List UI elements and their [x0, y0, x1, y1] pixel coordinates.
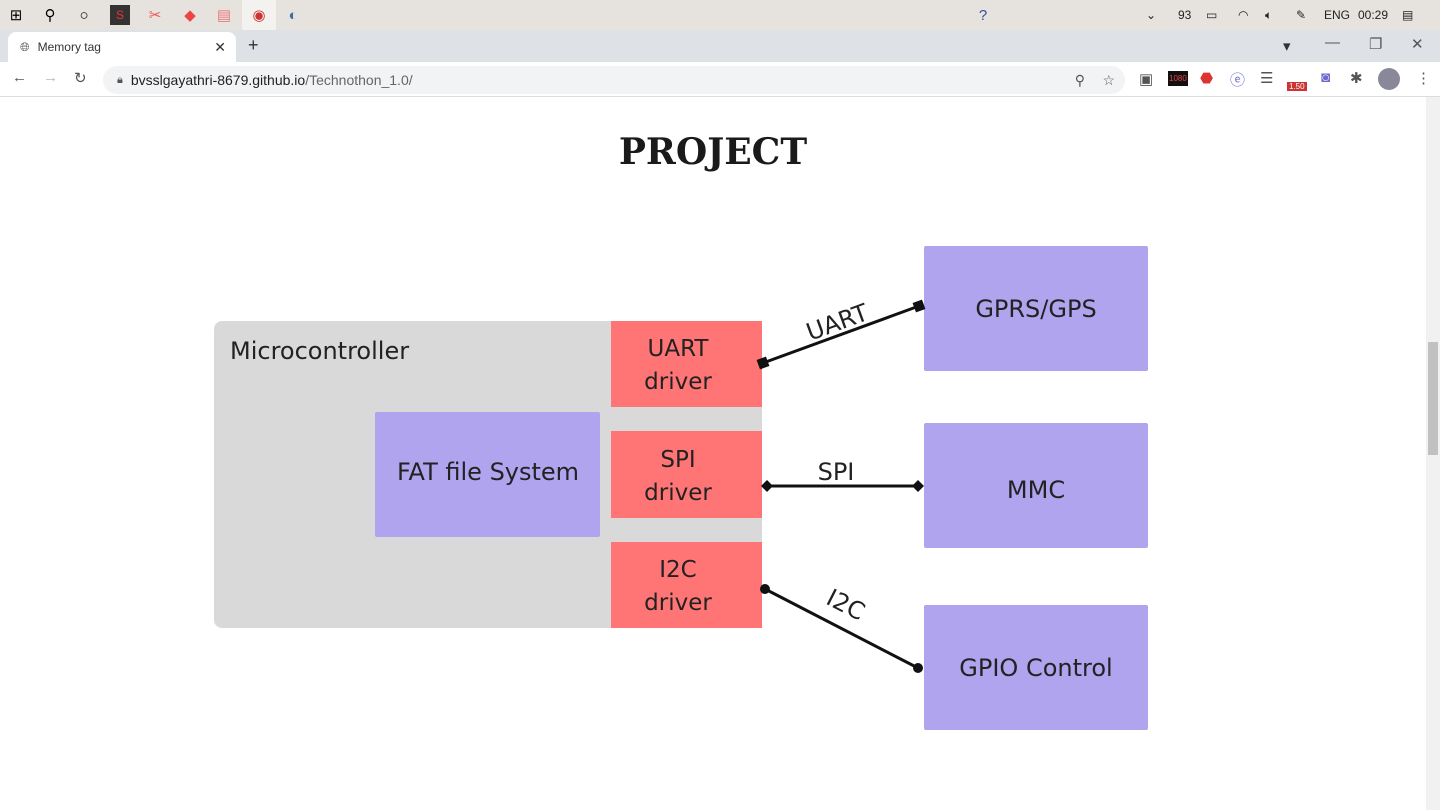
chrome-icon[interactable]: ◉ — [242, 0, 276, 30]
battery-icon[interactable]: ▭ — [1206, 8, 1217, 22]
uart-link-label: UART — [803, 298, 873, 346]
pip-extension-icon[interactable]: ▣ — [1139, 70, 1153, 88]
pen-icon[interactable]: ✎ — [1296, 8, 1306, 22]
search-icon[interactable]: ⚲ — [40, 5, 60, 25]
lock-icon: 🔒︎ — [117, 73, 123, 86]
adblock-icon[interactable]: ⬣ — [1200, 69, 1213, 87]
restore-button[interactable]: ❐ — [1369, 35, 1382, 53]
fat-label: FAT file System — [397, 458, 579, 486]
volume-icon[interactable]: 🔈︎ — [1265, 8, 1272, 23]
mmc-label: MMC — [1007, 476, 1065, 504]
spi-driver-label-2: driver — [644, 480, 712, 506]
app-icon[interactable]: S — [110, 5, 130, 25]
cortana-icon[interactable]: ○ — [74, 5, 94, 25]
edge-icon[interactable]: ◐ — [283, 5, 303, 25]
menu-kebab-icon[interactable]: ⋮ — [1416, 69, 1431, 87]
files-icon[interactable]: ▤ — [214, 5, 234, 25]
gprs-gps-label: GPRS/GPS — [975, 295, 1096, 323]
globe-icon: 🌐︎ — [20, 39, 30, 54]
spi-link-label: SPI — [818, 458, 855, 486]
zoom-icon[interactable]: ⚲ — [1075, 72, 1085, 89]
record-extension-icon[interactable]: ◙ — [1321, 69, 1330, 86]
new-tab-button[interactable]: + — [248, 35, 259, 56]
i2c-driver-label-2: driver — [644, 590, 712, 616]
help-icon[interactable]: ? — [973, 5, 993, 25]
bookmark-star-icon[interactable]: ☆ — [1102, 72, 1115, 89]
uart-driver-label-2: driver — [644, 369, 712, 395]
forward-button[interactable]: → — [43, 69, 58, 86]
resolution-extension-icon[interactable]: 1080 — [1168, 71, 1188, 86]
extensions-puzzle-icon[interactable]: ✱ — [1350, 69, 1363, 87]
speed-badge[interactable]: 1.50 — [1287, 82, 1307, 91]
address-bar[interactable]: 🔒︎ bvsslgayathri-8679.github.io/Technoth… — [103, 66, 1125, 94]
gpio-label: GPIO Control — [959, 654, 1112, 682]
i2c-end-dot — [760, 584, 770, 594]
e-extension-icon[interactable]: ⓔ — [1230, 69, 1245, 90]
microcontroller-label: Microcontroller — [230, 337, 409, 365]
notifications-icon[interactable]: ▤ — [1402, 8, 1413, 22]
spi-end-diamond — [761, 480, 773, 492]
url-host: bvsslgayathri-8679.github.io — [130, 72, 306, 88]
scrollbar-thumb[interactable] — [1428, 342, 1438, 455]
minimize-button[interactable]: — — [1325, 34, 1340, 51]
tab-title: Memory tag — [37, 40, 101, 54]
back-button[interactable]: ← — [12, 69, 27, 86]
battery-percent: 93 — [1178, 8, 1192, 22]
tab-strip: 🌐︎ Memory tag ✕ + ▾ — ❐ ✕ — [0, 30, 1440, 62]
sliders-icon[interactable]: ☰ — [1260, 69, 1273, 87]
toolbar: ← → ↻ 🔒︎ bvsslgayathri-8679.github.io/Te… — [0, 62, 1440, 97]
windows-start-icon[interactable]: ⊞ — [6, 5, 26, 25]
chevron-up-icon[interactable]: ⌄ — [1146, 8, 1156, 22]
url-path: /Technothon_1.0/ — [305, 72, 413, 88]
page-scrollbar[interactable] — [1426, 97, 1440, 810]
uart-end-square — [912, 299, 926, 313]
brave-icon[interactable]: ◆ — [180, 5, 200, 25]
page-content: PROJECT Microcontroller FAT file System … — [0, 97, 1426, 810]
uart-driver-label: UART — [648, 336, 710, 362]
tab-memory-tag[interactable]: 🌐︎ Memory tag ✕ — [8, 32, 236, 62]
spi-end-diamond — [912, 480, 924, 492]
paint-icon[interactable]: ✂ — [145, 5, 165, 25]
wifi-icon[interactable]: ◠ — [1238, 8, 1248, 22]
clock[interactable]: 00:29 — [1358, 8, 1388, 22]
close-window-button[interactable]: ✕ — [1411, 35, 1424, 53]
tab-search-icon[interactable]: ▾ — [1283, 37, 1291, 55]
i2c-end-dot — [913, 663, 923, 673]
reload-button[interactable]: ↻ — [74, 69, 87, 87]
architecture-diagram: Microcontroller FAT file System UART dri… — [214, 246, 1148, 730]
language-indicator[interactable]: ENG — [1324, 8, 1350, 22]
windows-taskbar: ⊞ ⚲ ○ S ✂ ◆ ▤ ◉ ◐ ? ⌄ 93 ▭ ◠ 🔈︎ ✎ ENG 00… — [0, 0, 1440, 30]
i2c-link-label: I2C — [822, 584, 870, 627]
profile-avatar[interactable] — [1378, 68, 1400, 90]
i2c-driver-label: I2C — [659, 557, 696, 583]
spi-driver-label: SPI — [660, 447, 695, 473]
close-tab-icon[interactable]: ✕ — [214, 39, 226, 56]
